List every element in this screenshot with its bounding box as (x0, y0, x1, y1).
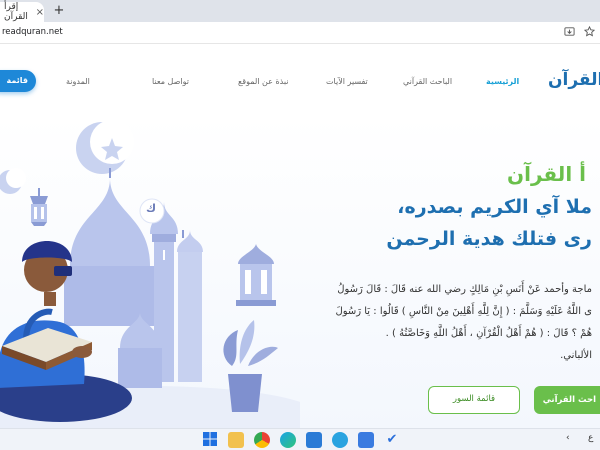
file-explorer-icon[interactable] (228, 432, 244, 448)
browser-tab[interactable]: إقرأ القرآن × (0, 2, 44, 22)
tab-title: إقرأ القرآن (4, 2, 28, 22)
new-tab-button[interactable]: + (50, 2, 68, 20)
lantern-right-icon (236, 244, 276, 306)
nav-cta-button[interactable]: قائمة (0, 70, 36, 92)
tab-close-icon[interactable]: × (36, 7, 44, 18)
url-text[interactable]: readquran.net (2, 27, 63, 37)
hadith-line-3: هُمْ ؟ قَالَ : ( هُمْ أَهْلُ الْقُرْآنِ … (385, 328, 592, 339)
nav-home[interactable]: الرئيسية (486, 77, 519, 86)
hero-section: ك أ القرآن ملا آي الكريم بصدره، رى فتلك … (0, 116, 600, 428)
address-bar[interactable]: readquran.net (0, 22, 600, 44)
nav-quran-search[interactable]: الباحث القرآني (403, 77, 452, 86)
chrome-icon[interactable] (254, 432, 270, 448)
windows-taskbar: ✔ ‹ ع (0, 428, 600, 450)
quran-search-button[interactable]: احث القرآني (534, 386, 600, 414)
hadith-line-4: الألباني. (560, 350, 592, 361)
mosque-illustration (0, 120, 300, 428)
hero-subtitle-line1: ملا آي الكريم بصدره، (397, 196, 592, 218)
hadith-line-1: ماجة وأحمد عَنْ أَنَسِ بْنِ مَالِكٍ رضي … (337, 284, 592, 295)
tray-language[interactable]: ع (588, 433, 593, 443)
windows-start-icon[interactable] (202, 432, 218, 448)
nav-contact[interactable]: تواصل معنا (152, 77, 189, 86)
hadith-line-2: ى اللَّهُ عَلَيْهِ وَسَلَّمَ : ( إِنَّ ل… (335, 306, 592, 317)
nav-blog[interactable]: المدونة (66, 77, 90, 86)
hero-subtitle-line2: رى فتلك هدية الرحمن (386, 228, 592, 250)
edge-icon[interactable] (280, 432, 296, 448)
install-app-icon[interactable] (562, 26, 576, 40)
nav-tafsir[interactable]: تفسير الآيات (326, 77, 368, 86)
surah-list-button[interactable]: قائمة السور (428, 386, 520, 414)
bookmark-star-icon[interactable] (582, 25, 596, 40)
tray-chevron-icon[interactable]: ‹ (566, 433, 570, 443)
browser-tab-strip: إقرأ القرآن × + (0, 0, 600, 22)
telegram-icon[interactable] (332, 432, 348, 448)
lantern-left-icon (30, 188, 48, 226)
vscode-icon[interactable] (306, 432, 322, 448)
todo-check-icon[interactable]: ✔ (384, 432, 400, 448)
nav-about[interactable]: نبذة عن الموقع (238, 77, 288, 86)
site-header: قائمة المدونة تواصل معنا نبذة عن الموقع … (0, 44, 600, 116)
store-icon[interactable] (358, 432, 374, 448)
letter-badge: ك (146, 202, 157, 215)
site-logo[interactable]: أ القرآن (548, 70, 600, 90)
hero-title: أ القرآن (507, 162, 586, 186)
